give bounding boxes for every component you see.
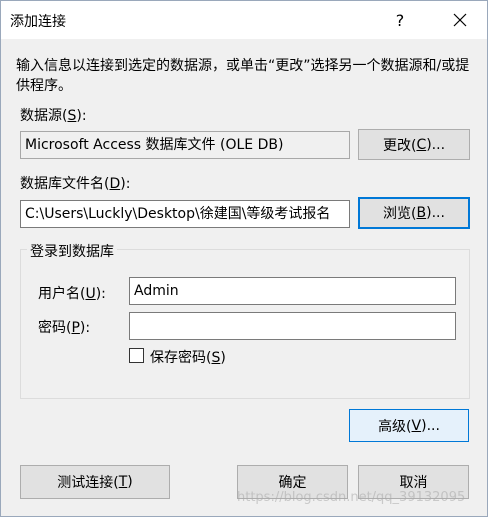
advanced-button[interactable]: 高级(V)... [349, 409, 469, 442]
username-input[interactable] [129, 277, 456, 305]
close-button[interactable] [437, 1, 483, 39]
add-connection-dialog: 添加连接 ? 输入信息以连接到选定的数据源，或单击“更改”选择另一个数据源和/或… [0, 0, 488, 517]
login-group-title: 登录到数据库 [27, 241, 117, 261]
save-password-label[interactable]: 保存密码(S) [150, 347, 226, 367]
window-title: 添加连接 [10, 14, 66, 30]
test-connection-button[interactable]: 测试连接(T) [20, 465, 170, 499]
title-bar: 添加连接 ? [1, 1, 487, 39]
username-label: 用户名(U): [38, 286, 106, 302]
watermark: https://blog.csdn.net/qq_39132095 [237, 490, 466, 505]
datasource-field: Microsoft Access 数据库文件 (OLE DB) [20, 131, 350, 159]
password-label: 密码(P): [38, 320, 91, 336]
help-button[interactable]: ? [377, 1, 423, 39]
close-icon [453, 13, 467, 27]
database-file-input[interactable]: C:\Users\Luckly\Desktop\徐建国\等级考试报名 [20, 200, 350, 228]
password-input[interactable] [129, 312, 456, 340]
database-file-label: 数据库文件名(D): [20, 176, 131, 192]
save-password-checkbox[interactable] [129, 348, 144, 363]
change-datasource-button[interactable]: 更改(C)... [358, 129, 470, 160]
help-icon: ? [395, 10, 405, 30]
description-text: 输入信息以连接到选定的数据源，或单击“更改”选择另一个数据源和/或提供程序。 [16, 58, 470, 94]
browse-button[interactable]: 浏览(B)... [358, 197, 470, 229]
datasource-label: 数据源(S): [20, 108, 87, 124]
